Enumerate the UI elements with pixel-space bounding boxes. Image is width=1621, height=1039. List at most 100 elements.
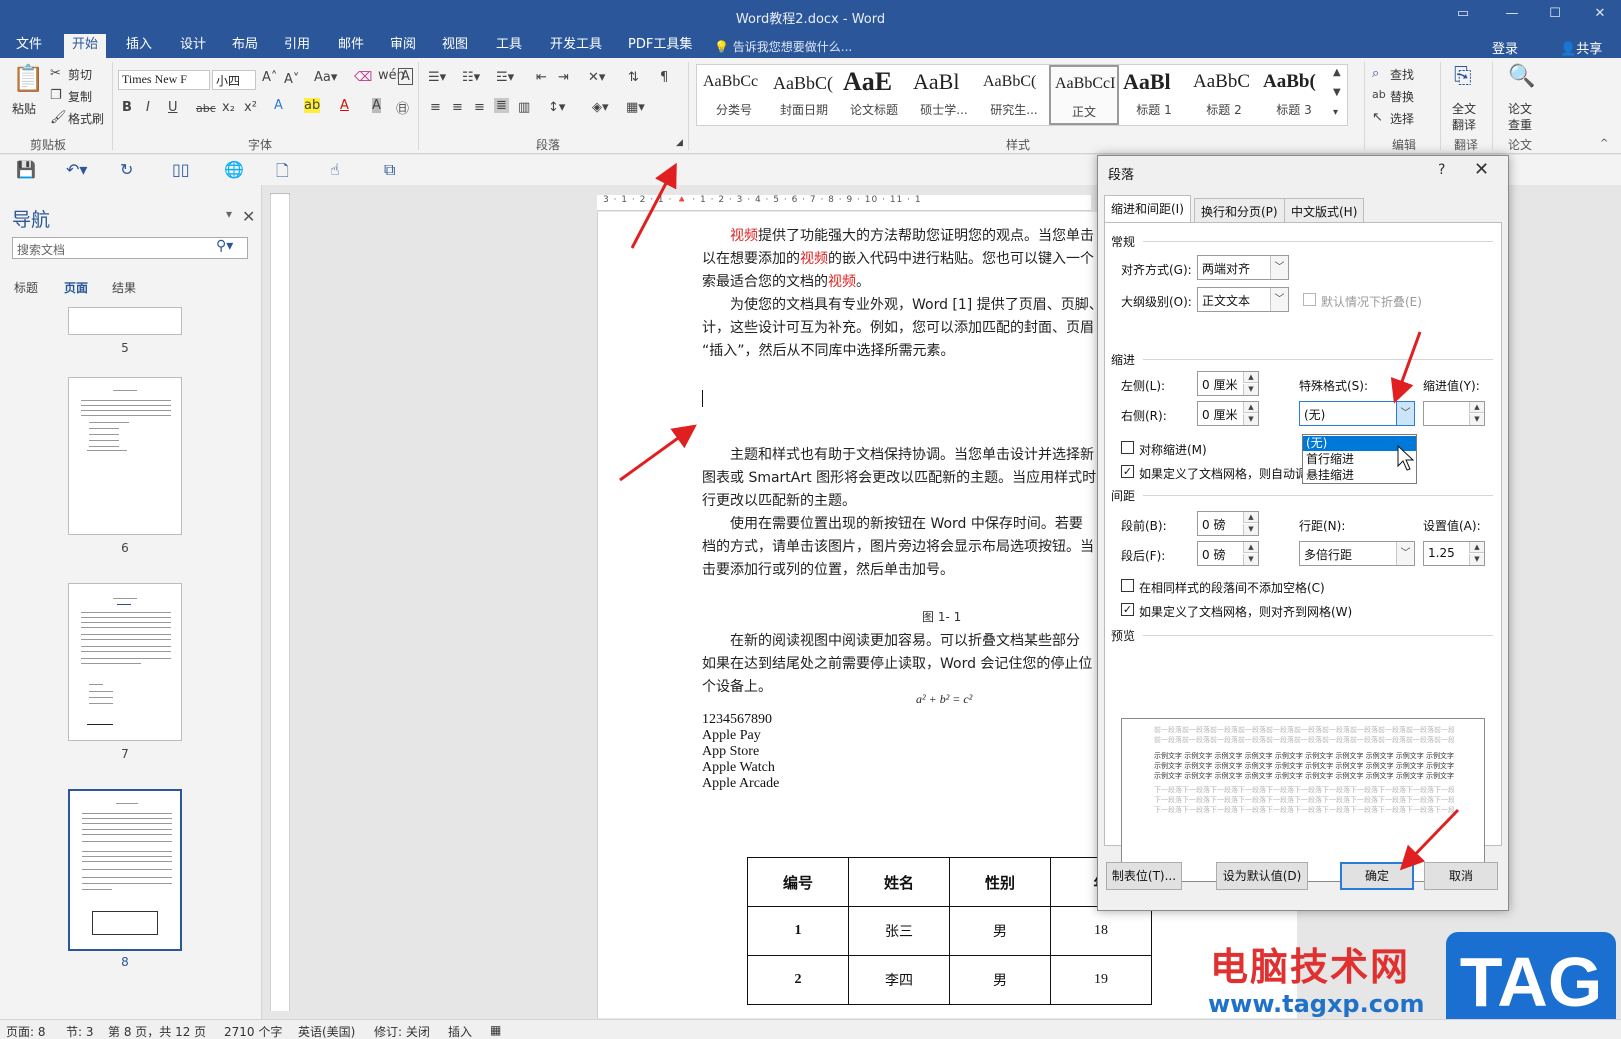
borders-icon[interactable]: ▦▾ bbox=[626, 100, 645, 115]
style-item[interactable]: AaBbC(封面日期 bbox=[769, 65, 839, 125]
style-item[interactable]: AaE 论文标题 bbox=[839, 65, 909, 125]
page-thumbnail-selected[interactable] bbox=[68, 789, 182, 951]
gallery-up-icon[interactable]: ▲ bbox=[1333, 67, 1341, 78]
replace-label[interactable]: 替换 bbox=[1390, 88, 1414, 105]
nav-close-icon[interactable]: ✕ bbox=[242, 207, 255, 226]
web-layout-icon[interactable]: 🌐 bbox=[224, 160, 244, 179]
translate-label[interactable]: 翻译 bbox=[1452, 116, 1476, 133]
select-icon[interactable]: ↖ bbox=[1372, 110, 1383, 125]
tabs-button[interactable]: 制表位(T)... bbox=[1106, 862, 1182, 890]
strikethrough-icon[interactable]: abc bbox=[196, 102, 216, 115]
search-icon[interactable]: ⚲▾ bbox=[216, 238, 233, 254]
superscript-icon[interactable]: x² bbox=[244, 100, 257, 115]
collapse-ribbon-icon[interactable]: ^ bbox=[1600, 138, 1608, 149]
style-item-selected[interactable]: AaBbCcI 正文 bbox=[1049, 65, 1119, 125]
cut-icon[interactable]: ✂ bbox=[50, 66, 61, 81]
dialog-tab-asian-typography[interactable]: 中文版式(H) bbox=[1284, 198, 1365, 222]
ok-button[interactable]: 确定 bbox=[1340, 862, 1414, 890]
shrink-font-icon[interactable]: A˅ bbox=[284, 72, 299, 87]
status-language[interactable]: 英语(美国) bbox=[298, 1023, 355, 1039]
macro-icon[interactable]: ▦ bbox=[490, 1023, 501, 1037]
underline-icon[interactable]: U bbox=[168, 100, 178, 115]
page-thumbnail[interactable] bbox=[68, 583, 182, 741]
dialog-tab-indents-spacing[interactable]: 缩进和间距(I) bbox=[1104, 195, 1191, 222]
justify-icon[interactable]: ≣ bbox=[494, 98, 509, 113]
set-default-button[interactable]: 设为默认值(D) bbox=[1216, 862, 1308, 890]
tab-design[interactable]: 设计 bbox=[172, 36, 214, 58]
nav-search-input[interactable]: 搜索文档 bbox=[12, 237, 248, 259]
subscript-icon[interactable]: x₂ bbox=[222, 100, 235, 115]
change-case-icon[interactable]: Aa▾ bbox=[314, 70, 337, 85]
dialog-tab-line-page-breaks[interactable]: 换行和分页(P) bbox=[1194, 198, 1285, 222]
grow-font-icon[interactable]: A˄ bbox=[262, 70, 277, 85]
indent-right-spinner[interactable]: 0 厘米 ▲ ▼ bbox=[1197, 401, 1259, 426]
style-item[interactable]: AaBl 硕士学... bbox=[909, 65, 979, 125]
nav-tab-results[interactable]: 结果 bbox=[112, 279, 136, 296]
tab-home[interactable]: 开始 bbox=[64, 34, 107, 58]
bold-icon[interactable]: B bbox=[122, 100, 132, 115]
nav-tab-pages[interactable]: 页面 bbox=[64, 279, 88, 296]
status-insert-mode[interactable]: 插入 bbox=[448, 1023, 472, 1039]
tell-me-search[interactable]: 💡 告诉我您想要做什么... bbox=[714, 38, 852, 55]
status-page-count[interactable]: 第 8 页，共 12 页 bbox=[108, 1023, 206, 1039]
share-button[interactable]: 👤共享 bbox=[1560, 38, 1602, 57]
style-item[interactable]: AaBbC(研究生... bbox=[979, 65, 1049, 125]
nav-options-icon[interactable]: ▾ bbox=[226, 207, 232, 221]
status-section[interactable]: 节: 3 bbox=[66, 1023, 94, 1039]
status-page[interactable]: 页面: 8 bbox=[6, 1023, 46, 1039]
paragraph-dialog-launcher-icon[interactable]: ◢ bbox=[676, 138, 683, 148]
collapse-default-checkbox[interactable] bbox=[1303, 293, 1316, 306]
tab-pdf-tools[interactable]: PDF工具集 bbox=[620, 36, 700, 58]
mirror-indents-checkbox[interactable] bbox=[1121, 441, 1134, 454]
horizontal-ruler[interactable]: 3 · 1 · 2 · 1 · 🔺 · 1 · 2 · 3 · 4 · 5 · … bbox=[597, 195, 1091, 211]
sort-icon[interactable]: ⇅ bbox=[628, 70, 639, 85]
close-icon[interactable]: ✕ bbox=[1474, 159, 1489, 180]
style-item[interactable]: AaBbC 标题 2 bbox=[1189, 65, 1259, 125]
snap-to-grid-checkbox[interactable]: ✓ bbox=[1121, 603, 1134, 616]
copy-label[interactable]: 复制 bbox=[68, 88, 92, 105]
bullets-icon[interactable]: ☰▾ bbox=[428, 70, 446, 85]
align-center-icon[interactable]: ≡ bbox=[452, 100, 463, 115]
close-window-icon[interactable]: ✕ bbox=[1585, 6, 1615, 21]
shading-icon[interactable]: ◈▾ bbox=[592, 100, 609, 115]
help-icon[interactable]: ? bbox=[1438, 162, 1445, 178]
select-label[interactable]: 选择 bbox=[1390, 110, 1414, 127]
font-color-icon[interactable]: A bbox=[340, 98, 349, 113]
special-format-select[interactable]: (无) ﹀ bbox=[1299, 401, 1415, 426]
gallery-down-icon[interactable]: ▼ bbox=[1333, 87, 1341, 98]
tab-mailings[interactable]: 邮件 bbox=[330, 36, 372, 58]
italic-icon[interactable]: I bbox=[146, 100, 150, 115]
copy-icon[interactable]: ❐ bbox=[50, 88, 62, 103]
space-before-spinner[interactable]: 0 磅 ▲ ▼ bbox=[1197, 511, 1259, 536]
clear-format-icon[interactable]: ⌫ bbox=[354, 70, 372, 85]
tab-file[interactable]: 文件 bbox=[8, 36, 50, 58]
enclose-char-icon[interactable]: ㊐ bbox=[396, 98, 409, 117]
char-shading-icon[interactable]: A bbox=[372, 98, 381, 113]
ribbon-options-icon[interactable]: ▭ bbox=[1448, 6, 1478, 21]
dropdown-option[interactable]: (无) bbox=[1303, 436, 1416, 451]
tab-layout[interactable]: 布局 bbox=[224, 36, 266, 58]
cut-label[interactable]: 剪切 bbox=[68, 66, 92, 83]
gallery-more-icon[interactable]: ▾ bbox=[1333, 107, 1338, 118]
font-name-combo[interactable]: Times New F bbox=[118, 70, 210, 90]
style-item[interactable]: AaBb(标题 3 bbox=[1259, 65, 1329, 125]
alignment-select[interactable]: 两端对齐 ﹀ bbox=[1197, 255, 1289, 280]
read-mode-icon[interactable]: ▯▯ bbox=[172, 160, 190, 179]
auto-adjust-grid-checkbox[interactable]: ✓ bbox=[1121, 465, 1134, 478]
style-item[interactable]: AaBl 标题 1 bbox=[1119, 65, 1189, 125]
show-marks-icon[interactable]: ¶ bbox=[660, 70, 668, 85]
space-after-spinner[interactable]: 0 磅 ▲ ▼ bbox=[1197, 541, 1259, 566]
outline-level-select[interactable]: 正文文本 ﹀ bbox=[1197, 287, 1289, 312]
maximize-icon[interactable]: ☐ bbox=[1540, 6, 1570, 21]
cancel-button[interactable]: 取消 bbox=[1424, 862, 1498, 890]
indent-by-spinner[interactable]: ▲ ▼ bbox=[1423, 401, 1485, 426]
paste-icon[interactable]: 📋 bbox=[12, 64, 44, 94]
tab-insert[interactable]: 插入 bbox=[118, 36, 160, 58]
dropdown-option[interactable]: 悬挂缩进 bbox=[1303, 468, 1416, 483]
login-link[interactable]: 登录 bbox=[1492, 38, 1518, 57]
replace-icon[interactable]: ab bbox=[1372, 88, 1386, 101]
font-size-combo[interactable]: 小四 bbox=[212, 70, 256, 90]
paper-check-icon[interactable]: 🔍 bbox=[1508, 64, 1535, 89]
page-thumbnail[interactable] bbox=[68, 307, 182, 335]
full-text-label[interactable]: 全文 bbox=[1452, 100, 1476, 117]
